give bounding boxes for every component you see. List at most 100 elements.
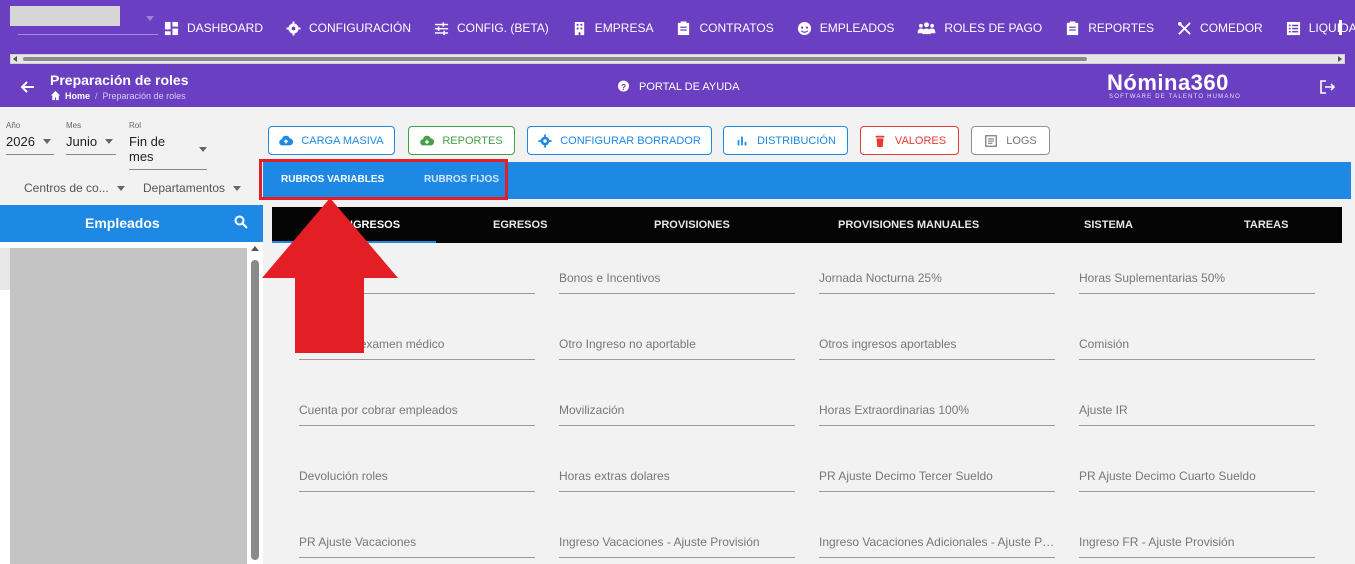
page-title: Preparación de roles [50,72,189,88]
chevron-down-icon [233,185,242,191]
payroll-field[interactable]: Movilización [559,403,795,426]
role-select[interactable]: Rol Fin de mes [129,121,207,170]
payroll-field[interactable]: Cuenta por cobrar empleados [299,403,535,426]
subtab-tareas[interactable]: TAREAS [1244,219,1288,231]
field-label: Otros ingresos aportables [819,337,957,351]
help-portal-label: PORTAL DE AYUDA [639,80,740,93]
menu-horizontal-scrollbar[interactable] [10,54,1345,64]
field-underline [1079,491,1315,492]
report-icon [1067,20,1079,35]
payroll-field[interactable]: Jornada Nocturna 25% [819,271,1055,294]
role-label: Rol [129,121,142,130]
cost-center-select[interactable]: Centros de co... [24,181,125,195]
month-select[interactable]: Mes Junio [66,121,116,155]
scrollbar-thumb[interactable] [251,260,259,560]
scroll-up-icon[interactable] [251,246,259,251]
logout-icon[interactable] [1319,79,1335,95]
nav-label: CONFIGURACIÓN [309,21,412,35]
nav-label: REPORTES [1088,21,1155,35]
payroll-field[interactable]: Ingreso Vacaciones Adicionales - Ajuste … [819,535,1055,558]
nav-reportes[interactable]: REPORTES [1065,19,1154,37]
page-header: Preparación de roles Home / Preparación … [0,66,1355,107]
nav-dashboard[interactable]: DASHBOARD [164,19,263,37]
nav-label: EMPRESA [594,21,654,35]
nav-label: CONFIG. (BETA) [457,21,549,35]
chevron-down-icon [116,185,125,191]
utensils-icon [1177,21,1191,35]
home-icon[interactable] [50,90,61,101]
employees-scrollbar[interactable] [249,244,261,564]
trash-icon [875,135,885,147]
distribution-label: DISTRIBUCIÓN [757,134,836,147]
search-icon[interactable] [234,215,248,229]
chevron-down-icon[interactable] [146,16,154,21]
payroll-field[interactable]: Horas extras dolares [559,469,795,492]
scrollbar-thumb[interactable] [23,57,1087,61]
company-selector-underline [18,34,158,35]
payroll-field[interactable]: PR Ajuste Decimo Tercer Sueldo [819,469,1055,492]
nav-config-beta[interactable]: CONFIG. (BETA) [434,19,549,37]
nav-empresa[interactable]: EMPRESA [572,19,654,37]
payroll-field[interactable]: Ajuste IR [1079,403,1315,426]
field-label: PR Ajuste Vacaciones [299,535,417,549]
payroll-field[interactable]: Horas Suplementarias 50% [1079,271,1315,294]
payroll-field[interactable]: PR Ajuste Decimo Cuarto Sueldo [1079,469,1315,492]
nav-configuracion[interactable]: CONFIGURACIÓN [286,19,411,37]
payroll-field[interactable]: Bonos e Incentivos [559,271,795,294]
values-button[interactable]: VALORES [860,126,959,155]
nav-contratos[interactable]: CONTRATOS [676,19,774,37]
field-underline [299,425,535,426]
configure-draft-button[interactable]: CONFIGURAR BORRADOR [527,126,712,155]
year-select[interactable]: Año 2026 [6,121,54,155]
subtab-provisiones[interactable]: PROVISIONES [654,219,730,231]
field-label: Ingreso Vacaciones - Ajuste Provisión [559,535,760,549]
payroll-field[interactable]: Devolución roles [299,469,535,492]
field-label: Comisión [1079,337,1130,351]
payroll-field[interactable]: Ingreso Vacaciones - Ajuste Provisión [559,535,795,558]
payroll-field[interactable]: Comisión [1079,337,1315,360]
reports-button[interactable]: REPORTES [408,126,515,155]
cost-center-placeholder: Centros de co... [24,181,109,195]
year-label: Año [6,121,21,130]
field-underline [819,359,1055,360]
department-select[interactable]: Departamentos [143,181,242,195]
scroll-right-icon[interactable] [1338,56,1342,62]
payroll-field[interactable]: Otro Ingreso no aportable [559,337,795,360]
help-portal-link[interactable]: ? PORTAL DE AYUDA [617,80,739,93]
nav-label: LIQUIDACIONES [1308,21,1355,35]
payroll-field[interactable]: Horas Extraordinarias 100% [819,403,1055,426]
nav-liquidaciones[interactable]: LIQUIDACIONES [1286,19,1355,37]
nav-label: EMPLEADOS [819,21,895,35]
nav-comedor[interactable]: COMEDOR [1177,19,1263,37]
breadcrumb-current: Preparación de roles [102,90,186,101]
list-icon [1286,21,1300,35]
subtab-sistema[interactable]: SISTEMA [1084,219,1133,231]
bulk-upload-button[interactable]: CARGA MASIVA [268,126,395,155]
month-label: Mes [66,121,82,130]
department-placeholder: Departamentos [143,181,226,195]
field-underline [1079,359,1315,360]
breadcrumb-home[interactable]: Home [65,91,90,101]
nav-empleados[interactable]: EMPLEADOS [797,19,895,37]
field-underline [1079,557,1315,558]
field-label: Horas Extraordinarias 100% [819,403,970,417]
scroll-left-icon[interactable] [13,56,17,62]
payroll-field[interactable]: Otros ingresos aportables [819,337,1055,360]
underline [6,154,54,155]
logs-button[interactable]: LOGS [971,126,1050,155]
payroll-field[interactable]: PR Ajuste Vacaciones [299,535,535,558]
employees-icon [797,21,811,35]
field-underline [1079,425,1315,426]
distribution-button[interactable]: DISTRIBUCIÓN [723,126,848,155]
subtab-egresos[interactable]: EGRESOS [493,219,547,231]
brand-logo: Nómina360 [1107,70,1229,95]
nav-overflow-indicator [1339,20,1342,35]
cloud-upload-icon [279,135,294,145]
back-arrow-icon[interactable] [20,79,36,95]
field-label: Cuenta por cobrar empleados [299,403,458,417]
company-selector[interactable] [10,6,120,26]
field-underline [1079,293,1315,294]
subtab-provisiones-manuales[interactable]: PROVISIONES MANUALES [838,219,979,231]
nav-roles-de-pago[interactable]: ROLES DE PAGO [917,19,1042,37]
payroll-field[interactable]: Ingreso FR - Ajuste Provisión [1079,535,1315,558]
